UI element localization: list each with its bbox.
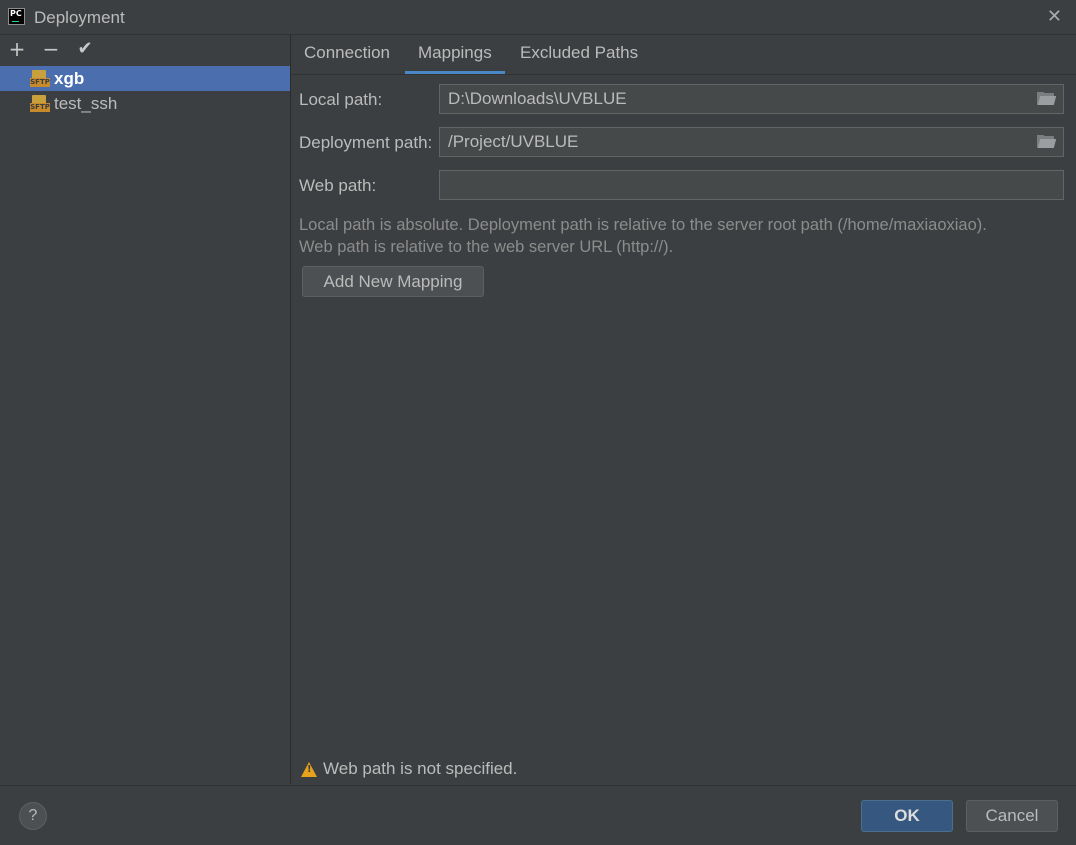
cancel-button[interactable]: Cancel: [966, 800, 1058, 832]
warning-text: Web path is not specified.: [323, 759, 518, 778]
server-name: test_ssh: [54, 94, 118, 113]
set-default-button[interactable]: ✔: [73, 37, 97, 61]
local-path-label: Local path:: [299, 90, 383, 109]
local-path-value: D:\Downloads\UVBLUE: [448, 89, 627, 108]
server-list-panel: + − ✔ SFTP xgb SFTP test_ssh: [0, 35, 291, 784]
server-item-test-ssh[interactable]: SFTP test_ssh: [0, 91, 290, 116]
sftp-server-icon: SFTP: [30, 69, 50, 88]
help-button[interactable]: ?: [19, 802, 47, 830]
web-path-field[interactable]: [439, 170, 1064, 200]
browse-folder-icon[interactable]: [1037, 135, 1057, 148]
server-list: SFTP xgb SFTP test_ssh: [0, 66, 290, 116]
tab-mappings[interactable]: Mappings: [405, 35, 505, 74]
server-item-xgb[interactable]: SFTP xgb: [0, 66, 290, 91]
add-new-mapping-button[interactable]: Add New Mapping: [302, 266, 484, 297]
deployment-path-value: /Project/UVBLUE: [448, 132, 579, 151]
settings-tabs: Connection Mappings Excluded Paths: [291, 35, 1076, 75]
close-icon[interactable]: ✕: [1047, 6, 1062, 27]
path-hint-line-2: Web path is relative to the web server U…: [299, 238, 674, 256]
deployment-path-field[interactable]: /Project/UVBLUE: [439, 127, 1064, 157]
pycharm-app-icon: PC: [8, 8, 25, 25]
server-toolbar: + − ✔: [0, 35, 290, 65]
add-server-button[interactable]: +: [5, 37, 29, 61]
window-title: Deployment: [34, 8, 125, 27]
local-path-field[interactable]: D:\Downloads\UVBLUE: [439, 84, 1064, 114]
sftp-server-icon: SFTP: [30, 94, 50, 113]
deployment-path-label: Deployment path:: [299, 133, 433, 152]
remove-server-button[interactable]: −: [39, 37, 63, 61]
title-bar: PC Deployment ✕: [0, 0, 1076, 35]
ok-button[interactable]: OK: [861, 800, 953, 832]
tab-connection[interactable]: Connection: [291, 35, 403, 74]
browse-folder-icon[interactable]: [1037, 92, 1057, 105]
web-path-label: Web path:: [299, 176, 377, 195]
server-name: xgb: [54, 69, 85, 88]
path-hint-line-1: Local path is absolute. Deployment path …: [299, 216, 987, 234]
tab-excluded-paths[interactable]: Excluded Paths: [507, 35, 651, 74]
server-settings-panel: Connection Mappings Excluded Paths Local…: [291, 35, 1076, 784]
dialog-footer: ? OK Cancel: [0, 785, 1076, 845]
